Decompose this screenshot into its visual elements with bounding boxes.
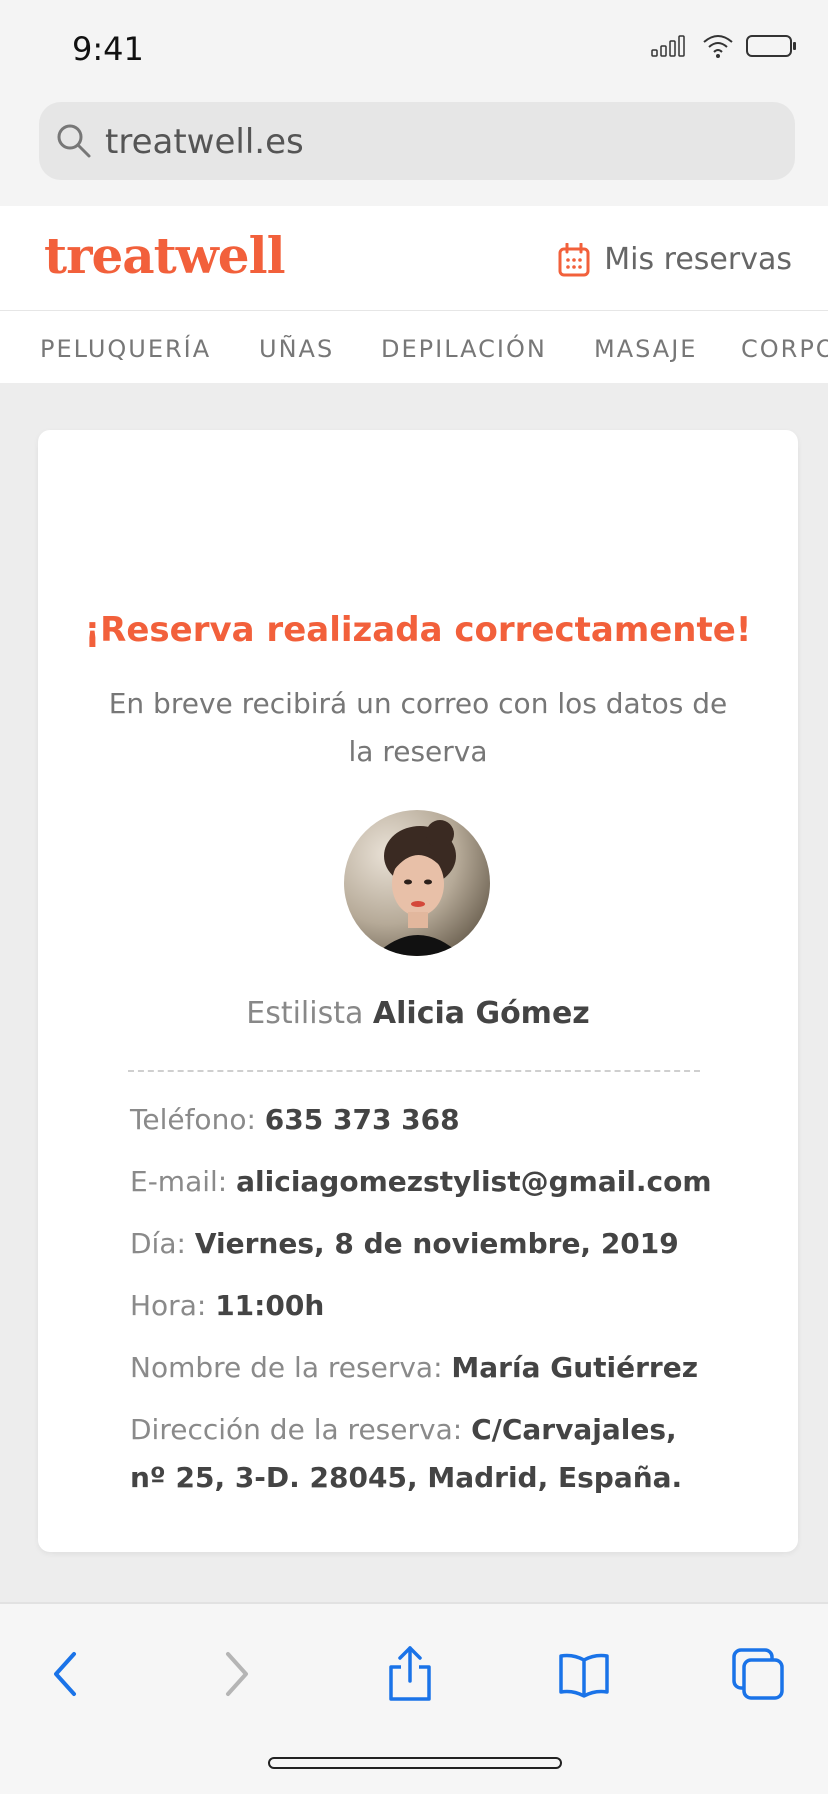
share-button[interactable]	[370, 1634, 450, 1714]
bookmarks-icon	[559, 1653, 609, 1698]
home-indicator[interactable]	[268, 1757, 562, 1769]
category-masaje[interactable]: MASAJE	[594, 335, 697, 363]
confirmation-title: ¡Reserva realizada correctamente!	[84, 610, 752, 650]
category-peluqueria[interactable]: PELUQUERÍA	[40, 335, 211, 363]
my-bookings-link[interactable]: Mis reservas	[558, 242, 792, 277]
browser-toolbar	[0, 1602, 828, 1794]
stylist-line: Estilista Alicia Gómez	[38, 996, 798, 1031]
calendar-icon	[558, 242, 590, 276]
share-icon	[389, 1646, 431, 1701]
tabs-button[interactable]	[718, 1634, 798, 1714]
browser-address-area: treatwell.es	[0, 96, 828, 206]
address-row: Dirección de la reserva: C/Carvajales, n…	[130, 1406, 710, 1502]
search-icon	[57, 124, 91, 158]
status-icons	[650, 34, 798, 58]
forward-button[interactable]	[196, 1634, 276, 1714]
booking-name-row: Nombre de la reserva: María Gutiérrez	[130, 1344, 770, 1392]
status-bar: 9:41	[0, 0, 828, 96]
stylist-label: Estilista	[246, 996, 373, 1031]
battery-icon	[746, 35, 796, 57]
email-row: E-mail: aliciagomezstylist@gmail.com	[130, 1158, 770, 1206]
phone-row: Teléfono: 635 373 368	[130, 1096, 730, 1144]
time-value: 11:00h	[215, 1289, 325, 1322]
tabs-icon	[732, 1648, 784, 1700]
day-value: Viernes, 8 de noviembre, 2019	[194, 1227, 679, 1260]
category-nav: PELUQUERÍA UÑAS DEPILACIÓN MASAJE CORPO	[0, 311, 828, 383]
booking-name-label: Nombre de la reserva:	[130, 1351, 452, 1384]
confirmation-card: ¡Reserva realizada correctamente! En bre…	[38, 430, 798, 1552]
stylist-avatar	[344, 810, 490, 956]
category-depilacion[interactable]: DEPILACIÓN	[381, 335, 547, 363]
day-row: Día: Viernes, 8 de noviembre, 2019	[130, 1220, 730, 1268]
forward-icon	[226, 1652, 248, 1696]
address-label: Dirección de la reserva:	[130, 1413, 472, 1446]
status-time: 9:41	[72, 30, 144, 68]
stylist-name: Alicia Gómez	[372, 996, 590, 1031]
address-text: treatwell.es	[105, 122, 304, 162]
my-bookings-label: Mis reservas	[604, 242, 792, 277]
booking-name-value: María Gutiérrez	[451, 1351, 699, 1384]
time-row: Hora: 11:00h	[130, 1282, 730, 1330]
phone-label: Teléfono:	[130, 1103, 265, 1136]
treatwell-logo[interactable]: treatwell	[44, 226, 286, 285]
category-unas[interactable]: UÑAS	[259, 335, 334, 363]
back-button[interactable]	[26, 1634, 106, 1714]
bookmarks-button[interactable]	[544, 1634, 624, 1714]
confirmation-subtitle: En breve recibirá un correo con los dato…	[108, 687, 728, 768]
signal-icon	[651, 35, 685, 57]
back-icon	[54, 1652, 76, 1696]
category-corporal[interactable]: CORPO	[741, 335, 828, 363]
time-label: Hora:	[130, 1289, 216, 1322]
phone-value[interactable]: 635 373 368	[265, 1103, 460, 1136]
email-label: E-mail:	[130, 1165, 237, 1198]
dashed-divider	[128, 1070, 700, 1072]
site-header: treatwell Mis reservas	[0, 206, 828, 311]
address-bar[interactable]: treatwell.es	[39, 102, 795, 180]
day-label: Día:	[130, 1227, 195, 1260]
email-value[interactable]: aliciagomezstylist@gmail.com	[236, 1165, 711, 1198]
wifi-icon	[703, 35, 733, 58]
